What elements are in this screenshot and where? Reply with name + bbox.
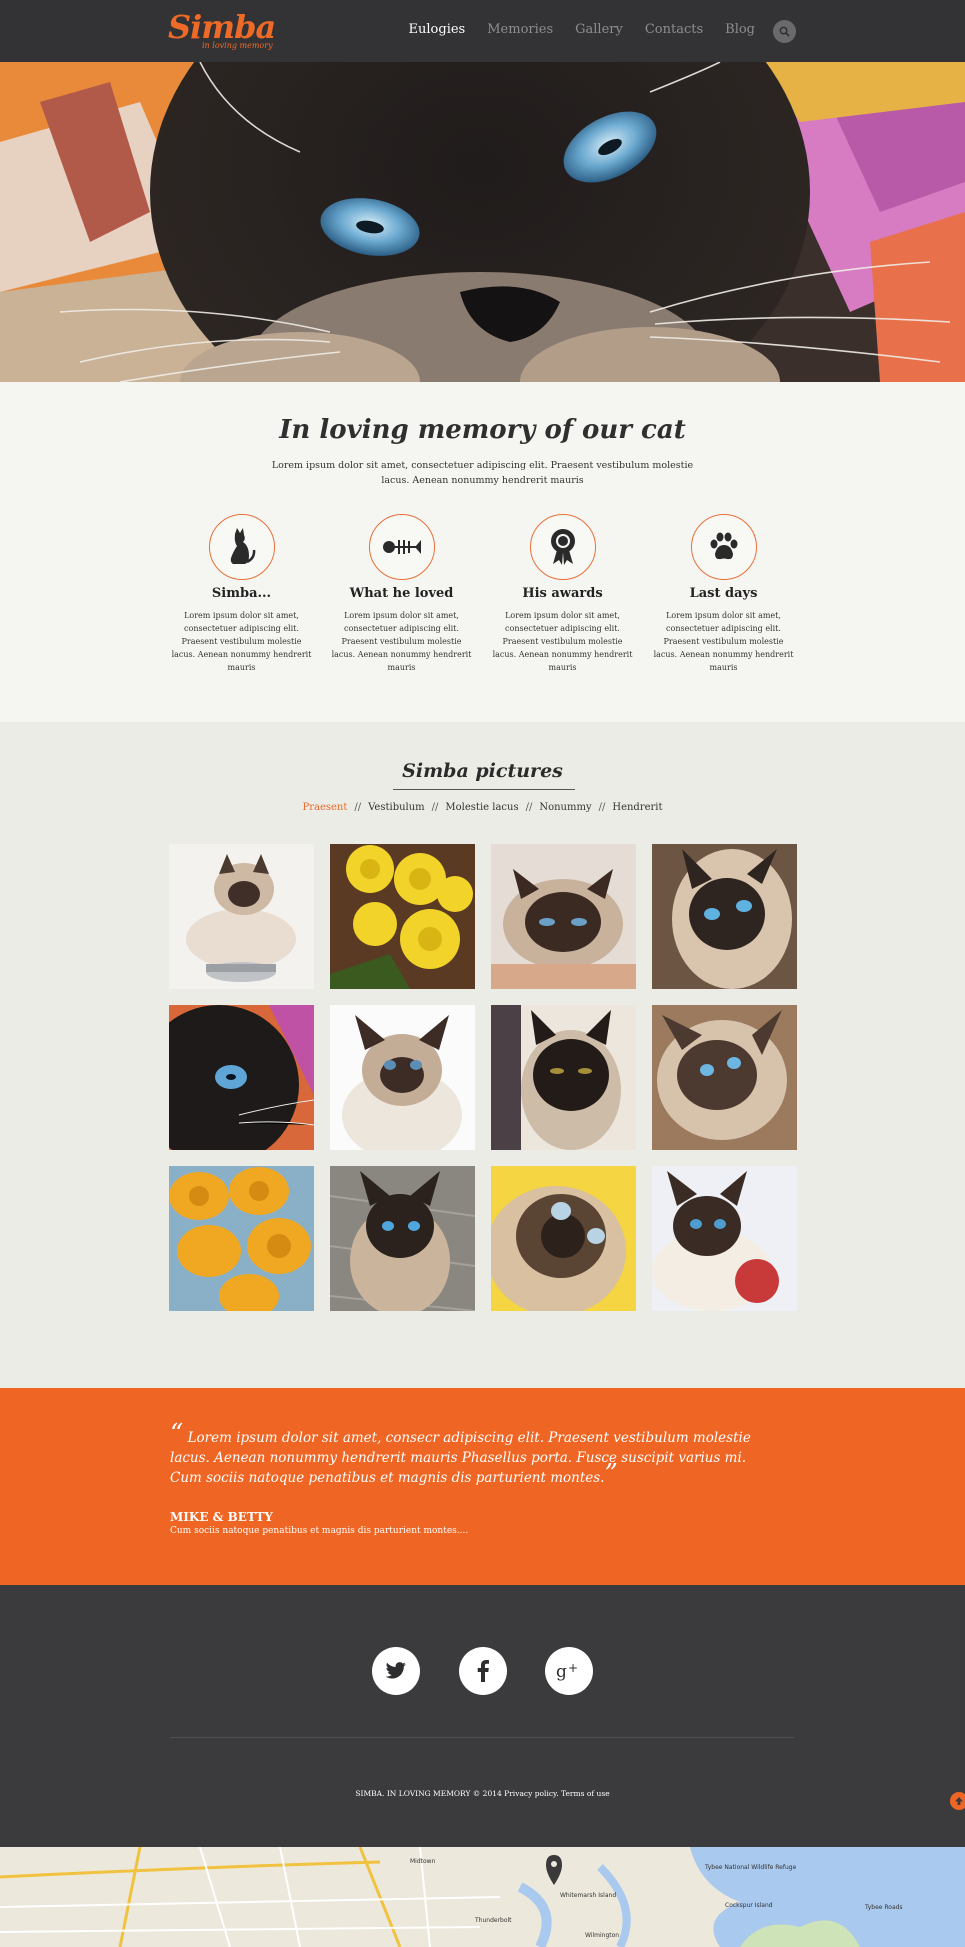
filter-molestie-lacus[interactable]: Molestie lacus <box>445 802 518 813</box>
feature-title: Simba... <box>211 586 272 601</box>
google-plus-button[interactable]: g + <box>545 1647 593 1695</box>
copyright-year: © 2014 <box>472 1789 502 1798</box>
intro-section: In loving memory of our cat Lorem ipsum … <box>0 382 965 722</box>
feature-text: Lorem ipsum dolor sit amet, consectetuer… <box>171 611 312 672</box>
twitter-icon <box>385 1662 406 1679</box>
gallery-thumb[interactable] <box>330 1005 475 1150</box>
cat-icon[interactable] <box>208 514 275 580</box>
filter-nonummy[interactable]: Nonummy <box>539 802 591 813</box>
title-divider <box>393 789 575 790</box>
gallery-thumb[interactable] <box>652 844 797 989</box>
filter-separator: // <box>354 802 362 813</box>
gallery-section: Simba pictures Praesent // Vestibulum // Mol… <box>0 722 965 1388</box>
site-footer: g + SIMBA. IN LOVING MEMORY © 2014 Privac… <box>0 1585 965 1847</box>
svg-text:g: g <box>556 1662 567 1681</box>
feature-title: Last days <box>689 586 758 601</box>
map-label: Wilmington <box>585 1932 619 1939</box>
logo[interactable]: Simba in loving memory <box>168 8 278 54</box>
nav-item-memories[interactable]: Memories <box>487 22 553 37</box>
intro-text: Lorem ipsum dolor sit amet, consectetuer… <box>271 460 694 486</box>
facebook-button[interactable] <box>459 1647 507 1695</box>
gallery-title: Simba pictures <box>402 760 563 782</box>
gallery-thumb[interactable] <box>169 1005 314 1150</box>
footer-divider <box>170 1737 795 1738</box>
arrow-up-icon <box>955 1797 963 1805</box>
feature-text: Lorem ipsum dolor sit amet, consectetuer… <box>492 611 633 672</box>
intro-title: In loving memory of our cat <box>279 415 686 445</box>
gallery-thumb[interactable] <box>169 844 314 989</box>
back-to-top-button[interactable] <box>950 1792 965 1810</box>
site-header: Simba in loving memory Eulogies Memories… <box>0 0 965 62</box>
map-label: Thunderbolt <box>474 1917 512 1924</box>
twitter-button[interactable] <box>372 1647 420 1695</box>
map-label: Midtown <box>410 1858 436 1865</box>
gallery-thumb[interactable] <box>652 1005 797 1150</box>
search-button[interactable] <box>773 20 796 43</box>
terms-link[interactable]: Terms of use <box>561 1789 610 1798</box>
gallery-thumb[interactable] <box>491 1005 636 1150</box>
hero-image <box>0 62 965 382</box>
map-label: Tybee Roads <box>864 1904 903 1911</box>
testimonial-author: MIKE & BETTY <box>170 1510 273 1524</box>
gallery-thumb[interactable] <box>491 844 636 989</box>
feature-title: His awards <box>522 586 603 601</box>
google-plus-icon: g + <box>556 1661 578 1681</box>
map-label: Cockspur Island <box>725 1902 773 1909</box>
search-icon <box>779 26 790 37</box>
testimonial-quote: “ Lorem ipsum dolor sit amet, consecr ad… <box>170 1421 770 1489</box>
feature-title: What he loved <box>349 586 454 601</box>
copyright-brand: SIMBA. IN LOVING MEMORY <box>355 1789 471 1798</box>
gallery-grid <box>169 844 797 1311</box>
fish-bone-icon[interactable] <box>368 514 435 580</box>
location-map[interactable]: Midtown Tybee National Wildlife Refuge C… <box>0 1847 965 1947</box>
gallery-thumb[interactable] <box>652 1166 797 1311</box>
filter-separator: // <box>525 802 533 813</box>
feature-what-he-loved: What he loved Lorem ipsum dolor sit amet… <box>329 514 474 674</box>
open-quote-mark: “ <box>170 1419 184 1449</box>
privacy-link[interactable]: Privacy policy. <box>504 1789 559 1798</box>
filter-vestibulum[interactable]: Vestibulum <box>368 802 425 813</box>
gallery-thumb[interactable] <box>330 1166 475 1311</box>
award-icon[interactable] <box>529 514 596 580</box>
feature-simba: Simba... Lorem ipsum dolor sit amet, con… <box>169 514 314 674</box>
feature-text: Lorem ipsum dolor sit amet, consectetuer… <box>331 611 472 672</box>
gallery-filters: Praesent // Vestibulum // Molestie lacus // No… <box>0 802 965 813</box>
paw-icon[interactable] <box>690 514 757 580</box>
nav-item-gallery[interactable]: Gallery <box>575 22 623 37</box>
main-nav: Eulogies Memories Gallery Contacts Blog <box>387 22 755 37</box>
gallery-thumb[interactable] <box>491 1166 636 1311</box>
feature-last-days: Last days Lorem ipsum dolor sit amet, co… <box>651 514 796 674</box>
nav-item-eulogies[interactable]: Eulogies <box>409 22 466 37</box>
testimonial-text: Lorem ipsum dolor sit amet, consecr adip… <box>170 1430 751 1486</box>
copyright: SIMBA. IN LOVING MEMORY © 2014 Privacy p… <box>0 1789 965 1798</box>
gallery-thumb[interactable] <box>330 844 475 989</box>
svg-text:+: + <box>568 1661 578 1675</box>
filter-hendrerit[interactable]: Hendrerit <box>612 802 662 813</box>
feature-his-awards: His awards Lorem ipsum dolor sit amet, c… <box>490 514 635 674</box>
map-label: Tybee National Wildlife Refuge <box>704 1864 797 1871</box>
facebook-icon <box>477 1660 489 1682</box>
filter-praesent[interactable]: Praesent <box>302 802 347 813</box>
close-quote-mark: ” <box>604 1459 618 1489</box>
nav-item-contacts[interactable]: Contacts <box>645 22 703 37</box>
nav-item-blog[interactable]: Blog <box>725 22 755 37</box>
gallery-thumb[interactable] <box>169 1166 314 1311</box>
feature-text: Lorem ipsum dolor sit amet, consectetuer… <box>653 611 794 672</box>
testimonial-section: “ Lorem ipsum dolor sit amet, consecr ad… <box>0 1388 965 1585</box>
map-label: Whitemarsh Island <box>560 1892 616 1899</box>
testimonial-subtitle: Cum sociis natoque penatibus et magnis d… <box>170 1526 469 1536</box>
logo-subtitle: in loving memory <box>202 41 273 50</box>
filter-separator: // <box>431 802 439 813</box>
filter-separator: // <box>598 802 606 813</box>
